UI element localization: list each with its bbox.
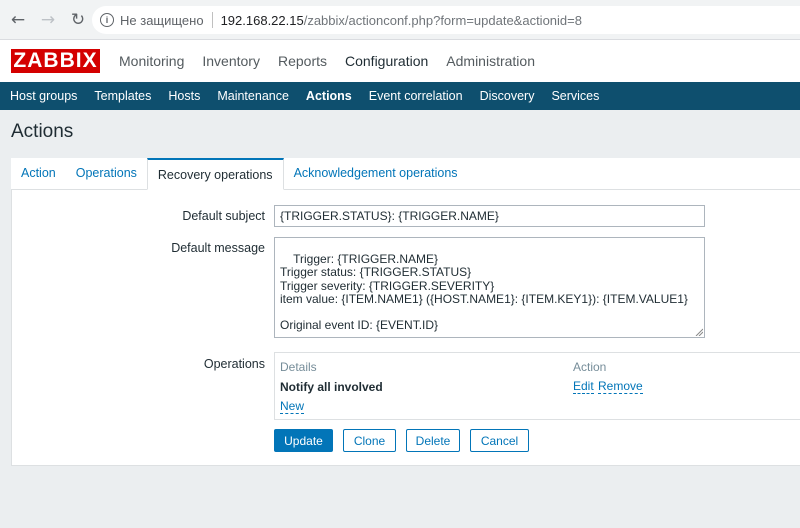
- default-message-text: Trigger: {TRIGGER.NAME} Trigger status: …: [280, 252, 688, 333]
- reload-icon[interactable]: ↻: [66, 8, 90, 32]
- main-menu: Monitoring Inventory Reports Configurati…: [110, 53, 544, 69]
- main-menu-administration[interactable]: Administration: [437, 53, 544, 69]
- back-arrow-icon[interactable]: ←: [6, 8, 30, 32]
- address-bar[interactable]: i Не защищено 192.168.22.15 /zabbix/acti…: [92, 6, 800, 34]
- top-header: ZABBIX Monitoring Inventory Reports Conf…: [0, 40, 800, 82]
- sub-menu-event-correlation[interactable]: Event correlation: [360, 89, 471, 103]
- main-menu-reports[interactable]: Reports: [269, 53, 336, 69]
- page-title: Actions: [11, 121, 74, 142]
- url-path: /zabbix/actionconf.php?form=update&actio…: [303, 12, 582, 28]
- main-menu-inventory[interactable]: Inventory: [193, 53, 269, 69]
- resize-grip-icon[interactable]: [695, 328, 703, 336]
- url-host: 192.168.22.15: [220, 12, 304, 28]
- tab-operations[interactable]: Operations: [66, 158, 147, 189]
- remove-operation-link[interactable]: Remove: [598, 380, 643, 394]
- tab-bar: Action Operations Recovery operations Ac…: [11, 158, 800, 190]
- new-operation-link[interactable]: New: [280, 400, 305, 414]
- operations-table: Details Action Notify all involved Edit …: [274, 352, 800, 420]
- tab-recovery-operations[interactable]: Recovery operations: [146, 158, 284, 190]
- zabbix-logo[interactable]: ZABBIX: [11, 49, 100, 73]
- sub-menu-discovery[interactable]: Discovery: [471, 89, 543, 103]
- main-menu-monitoring[interactable]: Monitoring: [110, 53, 193, 69]
- action-column-header: Action: [573, 360, 607, 374]
- default-message-label: Default message: [171, 241, 265, 255]
- edit-operation-link[interactable]: Edit: [573, 380, 594, 394]
- main-menu-configuration[interactable]: Configuration: [336, 53, 437, 69]
- default-subject-input[interactable]: {TRIGGER.STATUS}: {TRIGGER.NAME}: [274, 205, 705, 227]
- page-background: [0, 467, 800, 528]
- sub-menu-templates[interactable]: Templates: [85, 89, 159, 103]
- update-button[interactable]: Update: [274, 429, 333, 452]
- info-icon[interactable]: i: [100, 13, 114, 27]
- details-column-header: Details: [280, 360, 317, 374]
- delete-button[interactable]: Delete: [406, 429, 460, 452]
- sub-menu-actions[interactable]: Actions: [297, 89, 360, 103]
- default-message-textarea[interactable]: Trigger: {TRIGGER.NAME} Trigger status: …: [274, 237, 705, 338]
- sub-menu-services[interactable]: Services: [542, 89, 607, 103]
- sub-menu: Host groups Templates Hosts Maintenance …: [0, 82, 800, 110]
- default-subject-label: Default subject: [182, 209, 265, 223]
- operations-label: Operations: [203, 357, 265, 371]
- cancel-button[interactable]: Cancel: [470, 429, 529, 452]
- sub-menu-host-groups[interactable]: Host groups: [0, 89, 85, 103]
- sub-menu-hosts[interactable]: Hosts: [159, 89, 208, 103]
- tab-acknowledgement-operations[interactable]: Acknowledgement operations: [284, 158, 468, 189]
- tab-action[interactable]: Action: [11, 158, 66, 189]
- operation-detail: Notify all involved: [280, 380, 383, 394]
- browser-toolbar: ← → ↻ i Не защищено 192.168.22.15 /zabbi…: [0, 0, 800, 40]
- sub-menu-maintenance[interactable]: Maintenance: [208, 89, 297, 103]
- url-separator: [211, 12, 213, 28]
- recovery-operations-form: Default subject {TRIGGER.STATUS}: {TRIGG…: [11, 190, 800, 466]
- forward-arrow-icon[interactable]: →: [36, 8, 60, 32]
- clone-button[interactable]: Clone: [343, 429, 396, 452]
- security-status: Не защищено: [120, 12, 204, 28]
